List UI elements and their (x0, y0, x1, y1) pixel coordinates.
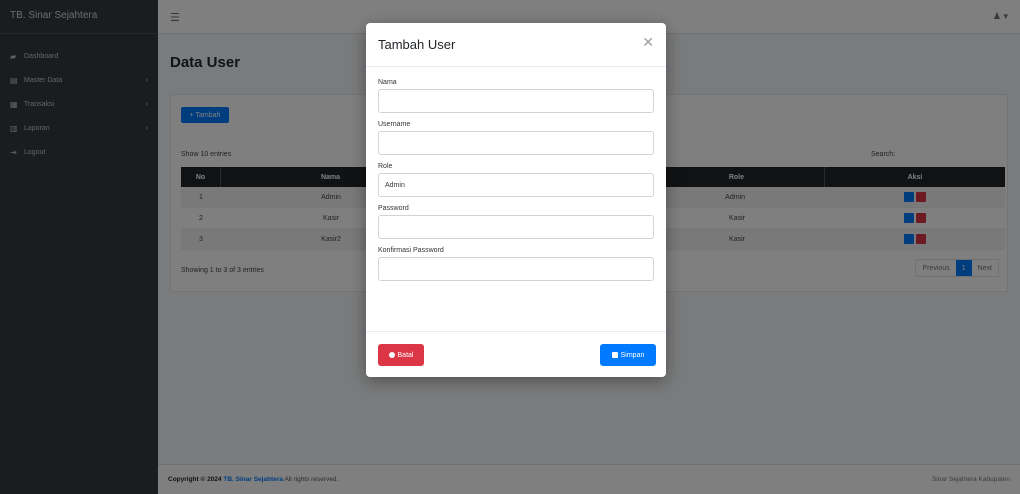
close-icon[interactable]: ✕ (642, 35, 654, 49)
add-user-modal: Tambah User ✕ Nama Username Role Admin P… (366, 23, 666, 377)
role-label: Role (378, 163, 393, 170)
confirm-password-label: Konfirmasi Password (378, 247, 444, 254)
password-input[interactable] (378, 215, 654, 239)
role-select[interactable]: Admin (378, 173, 654, 197)
form-group-username: Username (378, 119, 654, 155)
password-label: Password (378, 205, 409, 212)
cancel-button-label: Batal (397, 351, 414, 359)
form-group-confirm-password: Konfirmasi Password (378, 245, 654, 281)
save-button[interactable]: Simpan (600, 344, 656, 366)
form-group-nama: Nama (378, 77, 654, 113)
modal-title: Tambah User (378, 37, 456, 52)
nama-input[interactable] (378, 89, 654, 113)
form-group-password: Password (378, 203, 654, 239)
nama-label: Nama (378, 79, 397, 86)
modal-body: Nama Username Role Admin Password Konfir… (378, 77, 654, 287)
confirm-password-input[interactable] (378, 257, 654, 281)
modal-header: Tambah User ✕ (366, 23, 666, 67)
save-button-label: Simpan (620, 351, 645, 359)
modal-footer: Batal Simpan (366, 331, 666, 377)
save-icon (611, 352, 618, 358)
username-input[interactable] (378, 131, 654, 155)
cancel-button[interactable]: Batal (378, 344, 424, 366)
form-group-role: Role Admin (378, 161, 654, 197)
cancel-icon (388, 352, 395, 358)
username-label: Username (378, 121, 411, 128)
